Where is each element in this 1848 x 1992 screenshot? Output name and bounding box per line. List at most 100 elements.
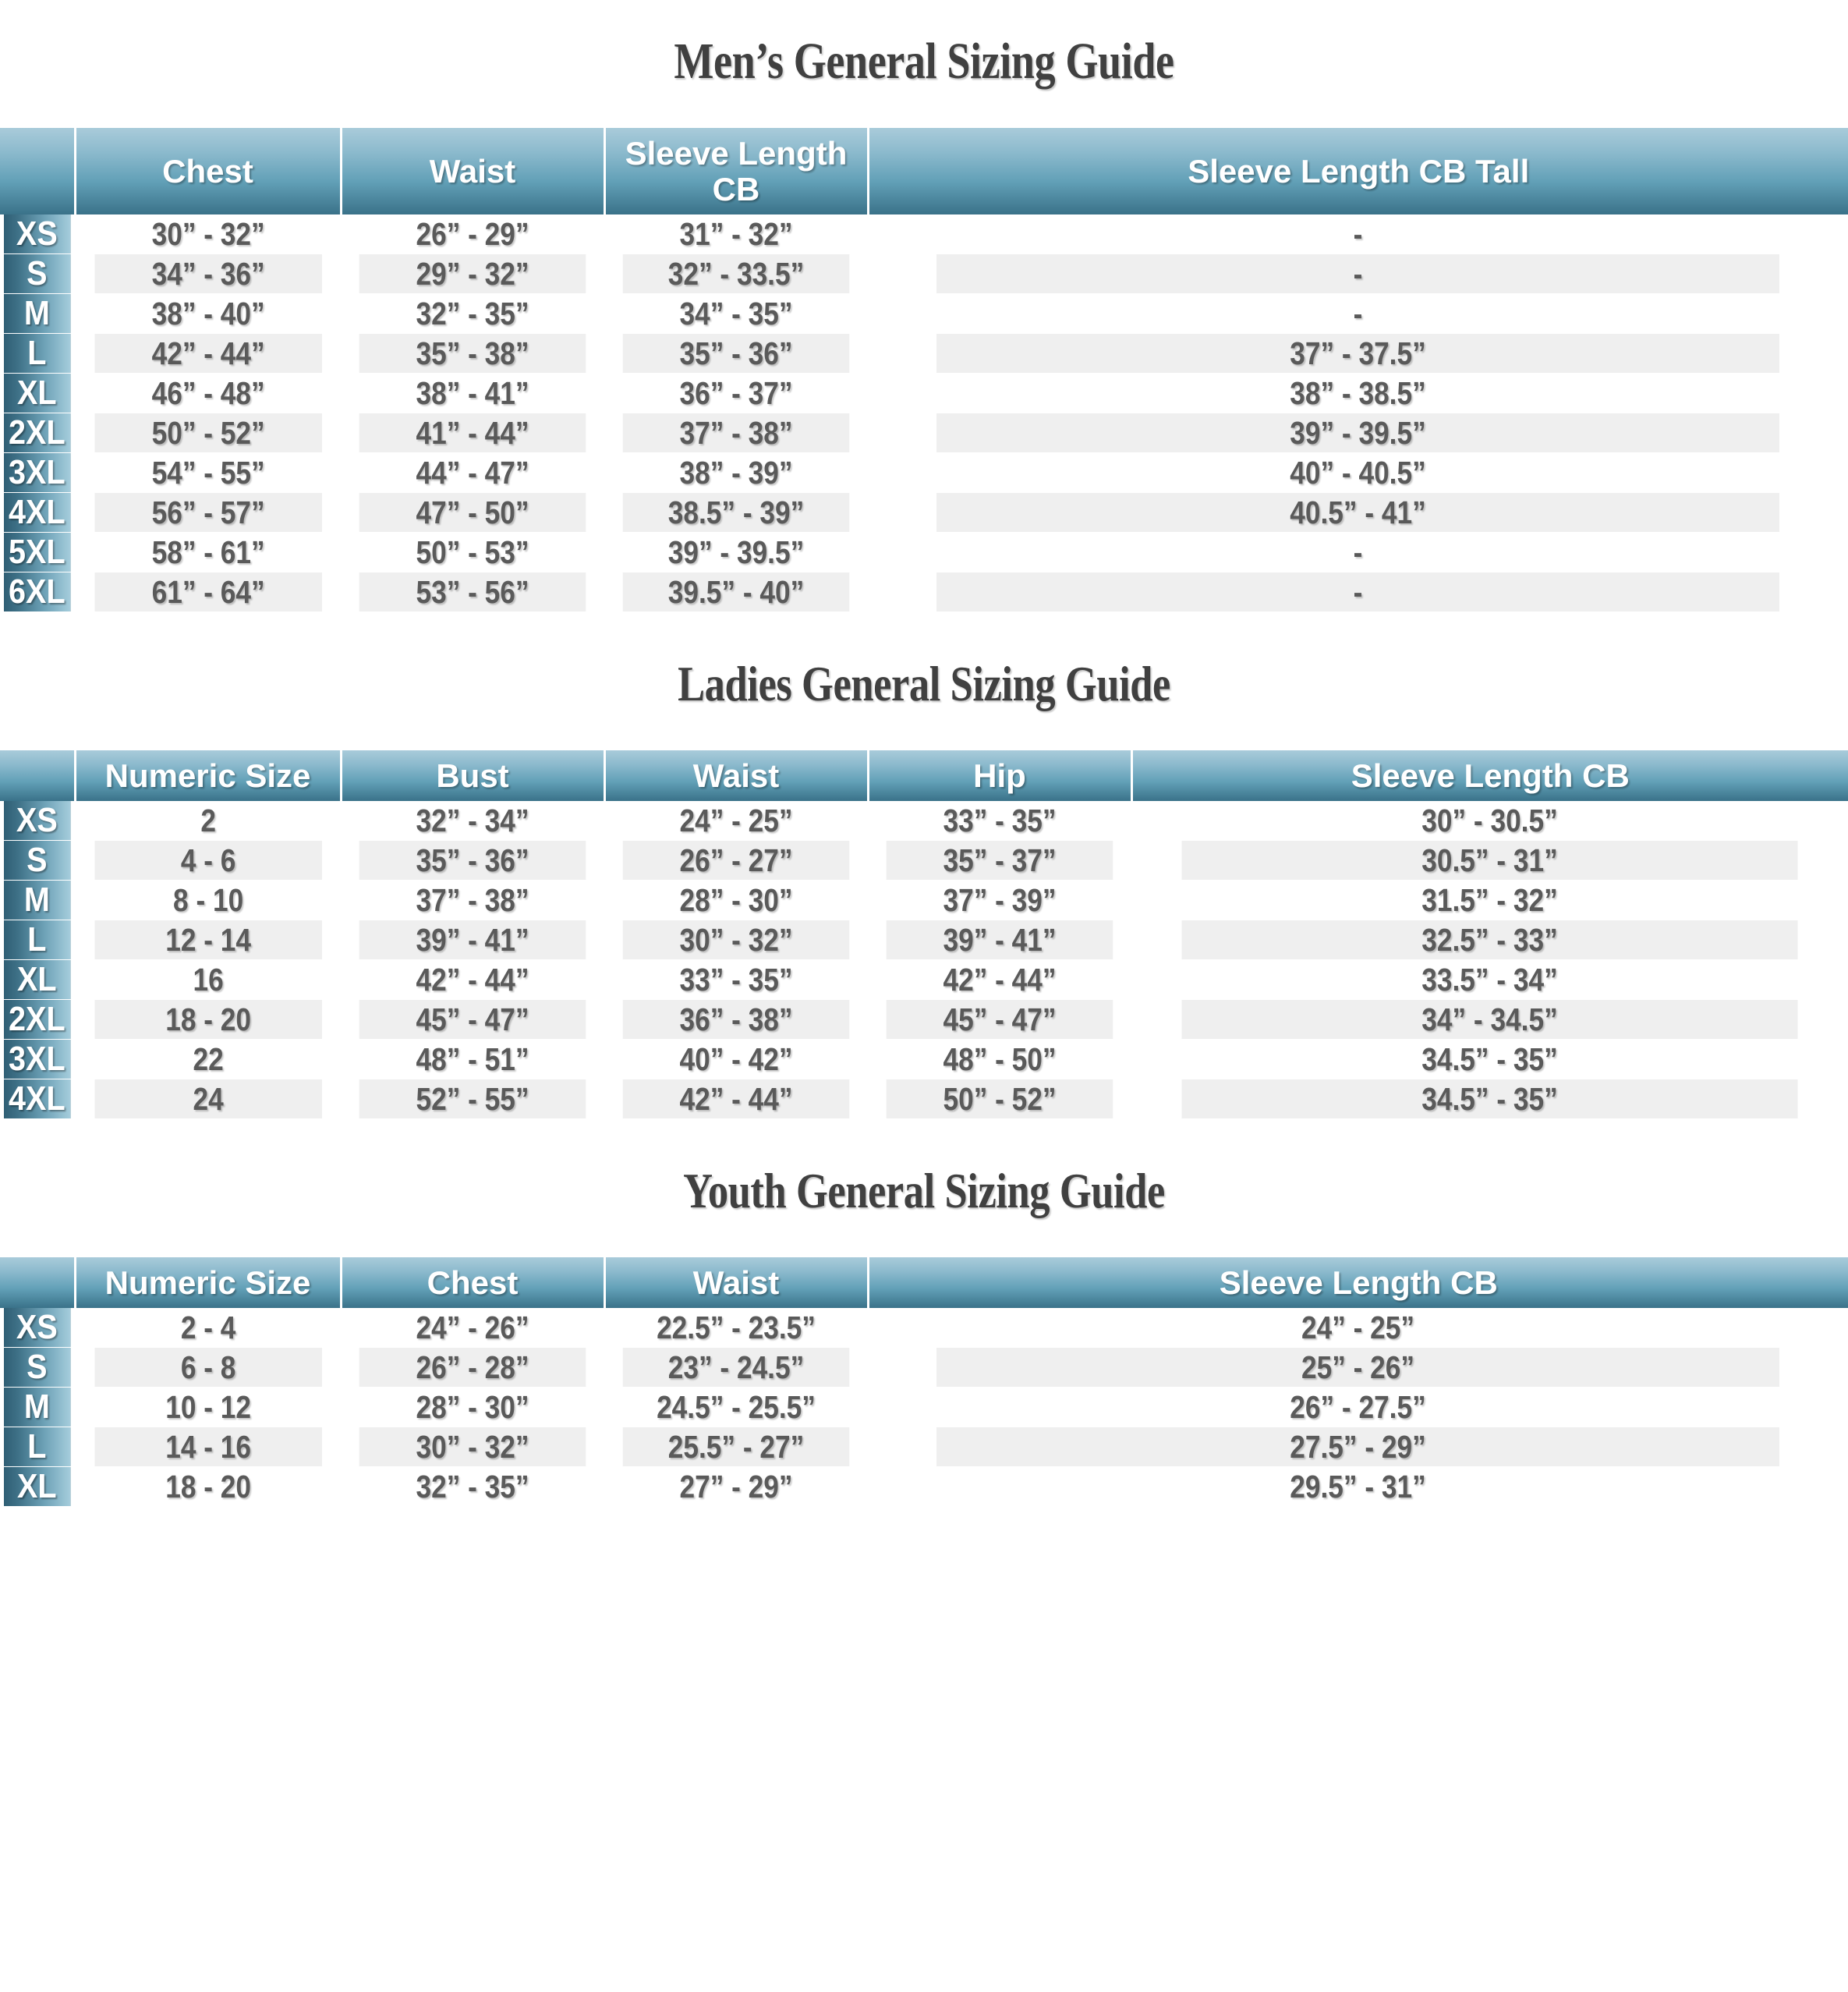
mens-size-label: 4XL — [3, 492, 73, 533]
mens-measurement-cell: - — [936, 572, 1780, 612]
mens-size-label: 3XL — [3, 452, 73, 493]
mens-measurement-cell: 39.5” - 40” — [622, 572, 850, 612]
youth-table-body: XS 2 - 4 24” - 26” 22.5” - 23.5” 24” - 25” S 6… — [0, 1308, 1848, 1507]
mens-table-head: Chest Waist Sleeve Length CB Sleeve Length … — [0, 128, 1848, 215]
youth-table-head: Numeric Size Chest Waist Sleeve Length CB — [0, 1257, 1848, 1309]
youth-measurement-cell: 26” - 27.5” — [936, 1387, 1780, 1427]
ladies-measurement-cell: 32” - 34” — [359, 801, 586, 841]
ladies-measurement-cell: 33.5” - 34” — [1181, 959, 1798, 1000]
mens-size-label: 2XL — [3, 413, 73, 453]
youth-table-row: XL 18 - 20 32” - 35” 27” - 29” 29.5” - 31” — [0, 1466, 1848, 1507]
youth-measurement-cell: 30” - 32” — [359, 1427, 586, 1467]
youth-measurement-cell: 26” - 28” — [359, 1347, 586, 1388]
ladies-measurement-cell: 48” - 51” — [359, 1039, 586, 1079]
mens-measurement-cell: 37” - 38” — [622, 413, 850, 453]
ladies-measurement-cell: 26” - 27” — [622, 840, 850, 881]
ladies-measurement-cell: 24 — [93, 1079, 323, 1119]
mens-table-wrapper: Chest Waist Sleeve Length CB Sleeve Length … — [0, 128, 1848, 612]
ladies-column-header: Sleeve Length CB — [1131, 750, 1848, 802]
ladies-measurement-cell: 30” - 32” — [622, 920, 850, 960]
ladies-table-row: XS 2 32” - 34” 24” - 25” 33” - 35” 30” - 30.5… — [0, 801, 1848, 841]
mens-column-header: Waist — [341, 128, 606, 215]
ladies-measurement-cell: 16 — [93, 959, 323, 1000]
youth-measurement-cell: 27” - 29” — [622, 1466, 850, 1507]
mens-column-header: Chest — [75, 128, 342, 215]
mens-measurement-cell: 38.5” - 39” — [622, 492, 850, 533]
mens-table-row: 5XL 58” - 61” 50” - 53” 39” - 39.5” - — [0, 532, 1848, 572]
ladies-measurement-cell: 35” - 37” — [886, 840, 1113, 881]
ladies-size-label: 4XL — [3, 1079, 73, 1119]
ladies-table-row: S 4 - 6 35” - 36” 26” - 27” 35” - 37” 30.5” -… — [0, 840, 1848, 881]
ladies-size-label: S — [3, 840, 73, 881]
youth-table-row: S 6 - 8 26” - 28” 23” - 24.5” 25” - 26” — [0, 1347, 1848, 1388]
mens-table-row: L 42” - 44” 35” - 38” 35” - 36” 37” - 37.5” — [0, 333, 1848, 374]
page-bottom-spacer — [0, 1506, 1848, 1517]
ladies-measurement-cell: 39” - 41” — [886, 920, 1113, 960]
youth-measurement-cell: 24.5” - 25.5” — [622, 1387, 850, 1427]
mens-size-label: 6XL — [3, 572, 73, 612]
ladies-header-corner — [0, 750, 76, 802]
youth-column-header: Chest — [341, 1257, 606, 1309]
mens-measurement-cell: - — [936, 293, 1780, 334]
mens-measurement-cell: 40” - 40.5” — [936, 452, 1780, 493]
ladies-measurement-cell: 39” - 41” — [359, 920, 586, 960]
ladies-measurement-cell: 34.5” - 35” — [1181, 1039, 1798, 1079]
ladies-header-row: Numeric Size Bust Waist Hip Sleeve Length CB — [0, 750, 1848, 802]
mens-size-label: 5XL — [3, 532, 73, 572]
ladies-sizing-title: Ladies General Sizing Guide — [678, 656, 1170, 712]
mens-table-body: XS 30” - 32” 26” - 29” 31” - 32” - S 34” - 36”… — [0, 214, 1848, 612]
ladies-measurement-cell: 33” - 35” — [886, 801, 1113, 841]
ladies-column-header: Hip — [868, 750, 1133, 802]
ladies-size-label: L — [3, 920, 73, 960]
youth-table-row: L 14 - 16 30” - 32” 25.5” - 27” 27.5” - 29” — [0, 1427, 1848, 1467]
youth-header-row: Numeric Size Chest Waist Sleeve Length CB — [0, 1257, 1848, 1309]
mens-measurement-cell: 32” - 35” — [359, 293, 586, 334]
ladies-size-label: XS — [3, 801, 73, 841]
mens-column-header: Sleeve Length CB — [604, 128, 869, 215]
mens-table-row: 4XL 56” - 57” 47” - 50” 38.5” - 39” 40.5” - … — [0, 492, 1848, 533]
ladies-measurement-cell: 22 — [93, 1039, 323, 1079]
ladies-measurement-cell: 45” - 47” — [359, 999, 586, 1040]
ladies-measurement-cell: 36” - 38” — [622, 999, 850, 1040]
youth-measurement-cell: 32” - 35” — [359, 1466, 586, 1507]
ladies-measurement-cell: 34.5” - 35” — [1181, 1079, 1798, 1119]
mens-measurement-cell: 38” - 38.5” — [936, 373, 1780, 413]
ladies-table-row: XL 16 42” - 44” 33” - 35” 42” - 44” 33.5” - 3… — [0, 959, 1848, 1000]
mens-measurement-cell: 39” - 39.5” — [622, 532, 850, 572]
youth-size-label: XL — [3, 1466, 73, 1507]
ladies-sizing-table: Numeric Size Bust Waist Hip Sleeve Length CB… — [0, 750, 1848, 1119]
youth-header-corner — [0, 1257, 76, 1309]
ladies-measurement-cell: 30.5” - 31” — [1181, 840, 1798, 881]
ladies-table-head: Numeric Size Bust Waist Hip Sleeve Length CB — [0, 750, 1848, 802]
ladies-size-label: 2XL — [3, 999, 73, 1040]
mens-table-row: 6XL 61” - 64” 53” - 56” 39.5” - 40” - — [0, 572, 1848, 612]
mens-measurement-cell: 38” - 39” — [622, 452, 850, 493]
mens-table-row: XS 30” - 32” 26” - 29” 31” - 32” - — [0, 214, 1848, 254]
ladies-measurement-cell: 30” - 30.5” — [1181, 801, 1798, 841]
youth-measurement-cell: 14 - 16 — [93, 1427, 323, 1467]
mens-size-label: S — [3, 253, 73, 294]
mens-measurement-cell: 38” - 41” — [359, 373, 586, 413]
youth-table-row: M 10 - 12 28” - 30” 24.5” - 25.5” 26” - 27.5… — [0, 1387, 1848, 1427]
ladies-measurement-cell: 8 - 10 — [93, 880, 323, 920]
mens-measurement-cell: 34” - 35” — [622, 293, 850, 334]
mens-column-header: Sleeve Length CB Tall — [868, 128, 1848, 215]
ladies-measurement-cell: 42” - 44” — [359, 959, 586, 1000]
youth-size-label: XS — [3, 1308, 73, 1348]
youth-size-label: L — [3, 1427, 73, 1467]
mens-size-label: M — [3, 293, 73, 334]
mens-measurement-cell: 50” - 52” — [93, 413, 323, 453]
mens-measurement-cell: 38” - 40” — [93, 293, 323, 334]
ladies-table-wrapper: Numeric Size Bust Waist Hip Sleeve Length CB… — [0, 750, 1848, 1119]
ladies-column-header: Waist — [604, 750, 869, 802]
ladies-measurement-cell: 42” - 44” — [622, 1079, 850, 1119]
mens-measurement-cell: 61” - 64” — [93, 572, 323, 612]
mens-measurement-cell: 34” - 36” — [93, 253, 323, 294]
ladies-table-row: 4XL 24 52” - 55” 42” - 44” 50” - 52” 34.5” - … — [0, 1079, 1848, 1119]
youth-measurement-cell: 28” - 30” — [359, 1387, 586, 1427]
ladies-column-header: Bust — [341, 750, 606, 802]
mens-measurement-cell: 46” - 48” — [93, 373, 323, 413]
ladies-measurement-cell: 24” - 25” — [622, 801, 850, 841]
ladies-table-row: 3XL 22 48” - 51” 40” - 42” 48” - 50” 34.5” - … — [0, 1039, 1848, 1079]
mens-measurement-cell: 40.5” - 41” — [936, 492, 1780, 533]
